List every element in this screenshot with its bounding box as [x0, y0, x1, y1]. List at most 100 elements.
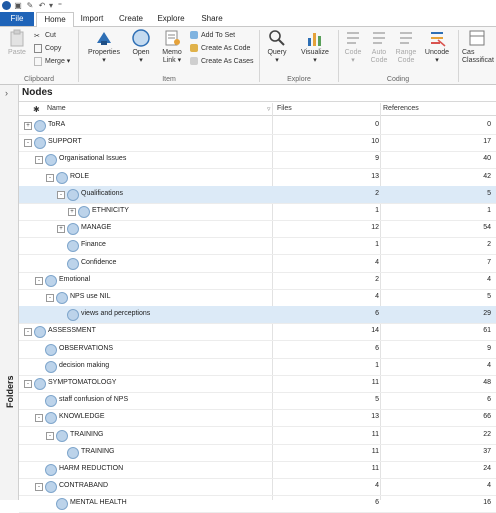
table-row[interactable]: - ASSESSMENT 14 61	[19, 323, 496, 342]
open-button[interactable]: Open ▾	[128, 29, 154, 65]
table-row[interactable]: OBSERVATIONS 6 9	[19, 341, 496, 359]
node-icon	[67, 257, 79, 270]
properties-label: Properties	[88, 49, 120, 56]
table-row[interactable]: - TRAINING 11 22	[19, 427, 496, 445]
tab-import[interactable]: Import	[75, 12, 109, 26]
node-files: 1	[375, 241, 379, 249]
edit-icon[interactable]: ✎	[26, 1, 34, 10]
table-row[interactable]: - Emotional 2 4	[19, 272, 496, 290]
range-code-button[interactable]: Range Code	[394, 29, 418, 65]
code-button[interactable]: Code ▾	[342, 29, 364, 65]
query-button[interactable]: Query ▾	[263, 29, 291, 65]
table-row[interactable]: - SUPPORT 10 17	[19, 134, 496, 153]
node-icon	[67, 240, 79, 253]
node-files: 6	[375, 310, 379, 318]
collapse-icon[interactable]: -	[35, 276, 43, 285]
node-references: 17	[483, 138, 491, 146]
table-row[interactable]: - ROLE 13 42	[19, 169, 496, 187]
tab-explore[interactable]: Explore	[154, 12, 188, 26]
node-name: KNOWLEDGE	[59, 413, 105, 421]
collapse-icon[interactable]: -	[24, 139, 32, 148]
collapse-icon[interactable]: -	[24, 328, 32, 337]
merge-icon	[34, 56, 42, 66]
table-row[interactable]: - CONTRABAND 4 4	[19, 478, 496, 497]
range-code-icon	[397, 29, 415, 47]
table-row[interactable]: TRAINING 11 37	[19, 444, 496, 462]
collapse-icon[interactable]: -	[35, 414, 43, 423]
save-icon[interactable]: ▣	[14, 1, 22, 10]
tab-home[interactable]: Home	[36, 12, 74, 28]
collapse-icon[interactable]: -	[35, 483, 43, 492]
table-row[interactable]: - Organisational Issues 9 40	[19, 151, 496, 170]
copy-button[interactable]: Copy	[34, 43, 61, 54]
auto-code-label: Code	[370, 57, 388, 64]
node-name: Qualifications	[81, 189, 124, 197]
node-references: 37	[483, 447, 491, 455]
visualize-button[interactable]: Visualize ▾	[297, 29, 333, 65]
cut-button[interactable]: ✂ Cut	[34, 30, 56, 41]
properties-button[interactable]: Properties ▾	[84, 29, 124, 65]
node-name: MENTAL HEALTH	[70, 499, 127, 507]
tab-file[interactable]: File	[0, 12, 34, 26]
table-row[interactable]: + MANAGE 12 54	[19, 220, 496, 239]
auto-code-button[interactable]: Auto Code	[368, 29, 390, 65]
table-row[interactable]: MENTAL HEALTH 6 16	[19, 495, 496, 513]
create-as-code-button[interactable]: Create As Code	[190, 43, 250, 54]
column-references-header[interactable]: References	[383, 105, 419, 112]
merge-label: Merge	[45, 58, 65, 65]
case-classification-icon	[468, 29, 486, 47]
collapse-icon[interactable]: -	[46, 173, 54, 182]
column-files-header[interactable]: Files	[277, 105, 292, 112]
undo-icon[interactable]: ↶	[38, 1, 46, 10]
create-as-cases-button[interactable]: Create As Cases	[190, 56, 254, 67]
customize-icon[interactable]: ⁼	[56, 1, 64, 10]
dropdown-icon[interactable]: ▾	[47, 1, 55, 10]
node-name: TRAINING	[81, 447, 115, 455]
folders-sidebar[interactable]: › Folders	[0, 85, 19, 500]
table-row[interactable]: + ToRA 0 0	[19, 117, 496, 135]
open-node-icon	[132, 29, 150, 47]
expand-icon[interactable]: +	[68, 208, 76, 216]
expand-chevron-icon[interactable]: ›	[5, 88, 8, 98]
table-row[interactable]: views and perceptions 6 29	[19, 306, 496, 325]
add-to-set-button[interactable]: Add To Set	[190, 30, 235, 41]
table-row[interactable]: decision making 1 4	[19, 358, 496, 376]
table-row[interactable]: - Qualifications 2 5	[19, 185, 496, 204]
tab-create[interactable]: Create	[114, 12, 148, 26]
table-row[interactable]: staff confusion of NPS 5 6	[19, 392, 496, 411]
node-files: 2	[375, 189, 379, 197]
node-icon	[56, 498, 68, 511]
expand-icon[interactable]: +	[24, 122, 32, 130]
paste-button[interactable]: Paste	[4, 29, 30, 57]
collapse-icon[interactable]: -	[35, 156, 43, 165]
sort-icon[interactable]: ▿	[267, 105, 271, 113]
merge-button[interactable]: Merge ▾	[34, 56, 70, 67]
node-references: 29	[483, 310, 491, 318]
table-row[interactable]: - SYMPTOMATOLOGY 11 48	[19, 375, 496, 393]
table-row[interactable]: + ETHNICITY 1 1	[19, 203, 496, 221]
ribbon: Paste ✂ Cut Copy Merge ▾ Clipboard Proper…	[0, 27, 496, 85]
collapse-icon[interactable]: -	[24, 380, 32, 388]
table-row[interactable]: HARM REDUCTION 11 24	[19, 461, 496, 479]
table-row[interactable]: Confidence 4 7	[19, 255, 496, 273]
memo-link-icon	[163, 29, 181, 47]
uncode-button[interactable]: Uncode ▾	[422, 29, 452, 65]
table-row[interactable]: - NPS use NIL 4 5	[19, 289, 496, 307]
pin-icon[interactable]: ✱	[33, 105, 40, 114]
collapse-icon[interactable]: -	[57, 190, 65, 199]
collapse-icon[interactable]: -	[46, 431, 54, 440]
collapse-icon[interactable]: -	[46, 294, 54, 302]
node-name: ASSESSMENT	[48, 327, 96, 335]
expand-icon[interactable]: +	[57, 225, 65, 234]
tab-share[interactable]: Share	[195, 12, 229, 26]
node-references: 9	[487, 344, 491, 352]
memo-link-button[interactable]: Memo Link ▾	[158, 29, 186, 65]
node-icon	[67, 223, 79, 236]
case-classification-button[interactable]: Cas Classificat	[462, 29, 496, 65]
node-icon	[78, 206, 90, 218]
table-row[interactable]: - KNOWLEDGE 13 66	[19, 409, 496, 428]
column-name-header[interactable]: Name	[47, 105, 66, 112]
table-row[interactable]: Finance 1 2	[19, 237, 496, 256]
separator	[78, 30, 79, 82]
node-references: 61	[483, 327, 491, 335]
